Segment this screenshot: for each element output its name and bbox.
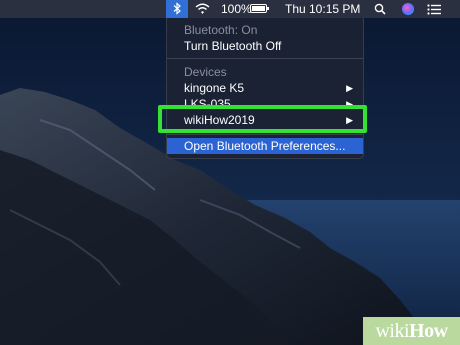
- turn-bluetooth-off-item[interactable]: Turn Bluetooth Off: [167, 38, 363, 54]
- wikihow-watermark: wikiHow: [363, 317, 460, 345]
- watermark-text-how: How: [409, 320, 448, 342]
- menu-separator: [167, 134, 363, 135]
- open-bluetooth-preferences-label: Open Bluetooth Preferences...: [184, 139, 346, 153]
- battery-icon[interactable]: [250, 4, 269, 13]
- menu-bar: 100% Thu 10:15 PM: [0, 0, 460, 18]
- device-item-kingone-k5[interactable]: kingone K5 ▶: [167, 80, 363, 96]
- bluetooth-status: Bluetooth: On: [167, 22, 363, 38]
- bluetooth-icon[interactable]: [166, 0, 188, 18]
- submenu-arrow-icon: ▶: [346, 83, 353, 93]
- open-bluetooth-preferences-item[interactable]: Open Bluetooth Preferences...: [167, 138, 363, 154]
- bluetooth-status-label: Bluetooth: On: [184, 23, 258, 37]
- devices-header: Devices: [167, 64, 363, 80]
- devices-header-label: Devices: [184, 65, 227, 79]
- battery-tip: [267, 7, 269, 10]
- notification-center-icon[interactable]: [427, 0, 443, 18]
- wifi-icon[interactable]: [195, 0, 213, 18]
- menu-separator: [167, 58, 363, 59]
- highlight-box: [158, 105, 367, 133]
- turn-bluetooth-off-label: Turn Bluetooth Off: [184, 39, 282, 53]
- siri-icon[interactable]: [402, 3, 414, 15]
- battery-level-fill: [252, 6, 265, 11]
- watermark-text-wiki: wiki: [375, 320, 410, 342]
- bluetooth-menu: Bluetooth: On Turn Bluetooth Off Devices…: [166, 18, 364, 159]
- battery-percentage[interactable]: 100%: [221, 0, 252, 18]
- device-label: kingone K5: [184, 81, 245, 95]
- spotlight-icon[interactable]: [374, 0, 388, 18]
- menubar-clock[interactable]: Thu 10:15 PM: [285, 0, 360, 18]
